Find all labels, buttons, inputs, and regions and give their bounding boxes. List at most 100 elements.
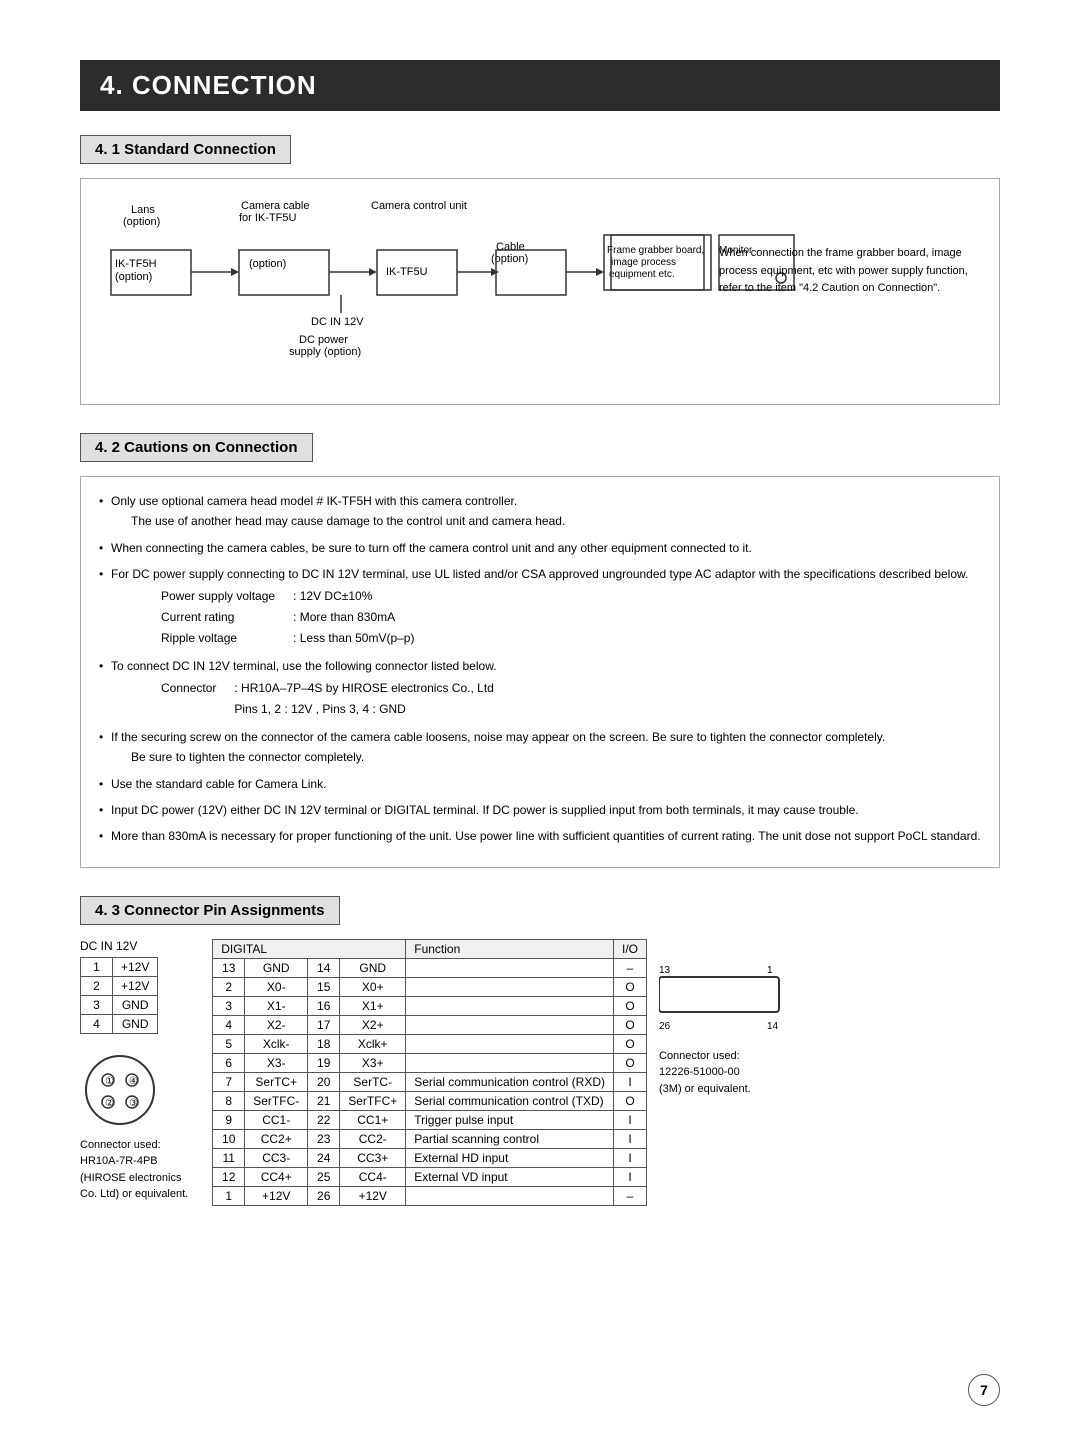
sig-b: GND xyxy=(340,958,406,977)
caution-text-5: If the securing screw on the connector o… xyxy=(111,730,885,744)
table-row: 1+12V26+12V– xyxy=(213,1186,647,1205)
sig-b: +12V xyxy=(340,1186,406,1205)
sig-a: GND xyxy=(245,958,308,977)
svg-text:image process: image process xyxy=(611,257,676,268)
func xyxy=(406,1034,614,1053)
caution-text-4: To connect DC IN 12V terminal, use the f… xyxy=(111,659,497,673)
pin-a: 2 xyxy=(213,977,245,996)
sig-a: CC1- xyxy=(245,1110,308,1129)
main-title: 4. CONNECTION xyxy=(80,60,1000,111)
io: – xyxy=(613,958,646,977)
svg-text:for IK-TF5U: for IK-TF5U xyxy=(239,212,297,224)
pin-a: 10 xyxy=(213,1129,245,1148)
sig-a: SerTC+ xyxy=(245,1072,308,1091)
pin-assignments-section: DC IN 12V 1 +12V 2 +12V 3 GND 4 GND xyxy=(80,939,1000,1206)
sig-b: X1+ xyxy=(340,996,406,1015)
table-row: 6X3-19X3+O xyxy=(213,1053,647,1072)
svg-text:13: 13 xyxy=(659,965,671,976)
cautions-box: Only use optional camera head model # IK… xyxy=(80,476,1000,868)
pin-b: 17 xyxy=(308,1015,340,1034)
sig-b: CC1+ xyxy=(340,1110,406,1129)
cautions-list: Only use optional camera head model # IK… xyxy=(99,491,981,847)
conn-pins-val: Pins 1, 2 : 12V , Pins 3, 4 : GND xyxy=(226,700,501,719)
section1-heading: 4. 1 Standard Connection xyxy=(80,135,291,164)
svg-text:(option): (option) xyxy=(249,258,286,270)
io: O xyxy=(613,1091,646,1110)
io: O xyxy=(613,1053,646,1072)
pin-a: 8 xyxy=(213,1091,245,1110)
io: I xyxy=(613,1167,646,1186)
sig-a: X1- xyxy=(245,996,308,1015)
pin-b: 24 xyxy=(308,1148,340,1167)
sig-b: SerTC- xyxy=(340,1072,406,1091)
pin-a: 9 xyxy=(213,1110,245,1129)
sig-a: CC2+ xyxy=(245,1129,308,1148)
circular-connector-wrap: ① ④ ② ③ Connector used:HR10A-7R-4PB(HIRO… xyxy=(80,1050,188,1203)
spec-val-3: : Less than 50mV(p–p) xyxy=(285,629,422,648)
pin-a: 5 xyxy=(213,1034,245,1053)
table-row: 4X2-17X2+O xyxy=(213,1015,647,1034)
section3-heading: 4. 3 Connector Pin Assignments xyxy=(80,896,340,925)
func: Partial scanning control xyxy=(406,1129,614,1148)
table-row: 3 GND xyxy=(81,995,158,1014)
func: Serial communication control (TXD) xyxy=(406,1091,614,1110)
caution-text-8: More than 830mA is necessary for proper … xyxy=(111,829,981,843)
digital-connector-label: Connector used:12226-51000-00(3M) or equ… xyxy=(659,1048,789,1098)
svg-text:Camera cable: Camera cable xyxy=(241,200,309,212)
caution-text-1: Only use optional camera head model # IK… xyxy=(111,494,517,508)
io: I xyxy=(613,1148,646,1167)
pin-val: +12V xyxy=(113,957,158,976)
pin-b: 18 xyxy=(308,1034,340,1053)
svg-text:Cable: Cable xyxy=(496,241,525,253)
func xyxy=(406,977,614,996)
svg-text:①: ① xyxy=(105,1076,114,1087)
digital-pin-table: DIGITAL Function I/O 13GND14GND– 2X0-15X… xyxy=(212,939,647,1206)
pin-b: 19 xyxy=(308,1053,340,1072)
pin-a: 7 xyxy=(213,1072,245,1091)
diagram-svg: Lans (option) Camera cable for IK-TF5U C… xyxy=(101,195,681,385)
caution-item-2: When connecting the camera cables, be su… xyxy=(99,538,981,558)
spec-label-3: Ripple voltage xyxy=(153,629,283,648)
svg-text:Camera control unit: Camera control unit xyxy=(371,200,467,212)
dc-pin-table: 1 +12V 2 +12V 3 GND 4 GND xyxy=(80,957,158,1034)
table-row: 12CC4+25CC4-External VD inputI xyxy=(213,1167,647,1186)
func xyxy=(406,958,614,977)
conn-val: : HR10A–7P–4S by HIROSE electronics Co.,… xyxy=(226,679,501,698)
table-row: 4 GND xyxy=(81,1014,158,1033)
table-row: 9CC1-22CC1+Trigger pulse inputI xyxy=(213,1110,647,1129)
table-row: 2X0-15X0+O xyxy=(213,977,647,996)
io: I xyxy=(613,1129,646,1148)
digital-connector-svg: 13 1 26 14 xyxy=(659,961,789,1041)
digital-label: DIGITAL xyxy=(213,939,406,958)
sig-a: X3- xyxy=(245,1053,308,1072)
pin-num: 2 xyxy=(81,976,113,995)
svg-text:14: 14 xyxy=(767,1021,779,1032)
sig-b: CC3+ xyxy=(340,1148,406,1167)
pin-val: +12V xyxy=(113,976,158,995)
caution-item-5: If the securing screw on the connector o… xyxy=(99,727,981,768)
io: O xyxy=(613,977,646,996)
pin-a: 11 xyxy=(213,1148,245,1167)
pin-a: 1 xyxy=(213,1186,245,1205)
func xyxy=(406,996,614,1015)
func: Trigger pulse input xyxy=(406,1110,614,1129)
table-row: 2 +12V xyxy=(81,976,158,995)
func: External HD input xyxy=(406,1148,614,1167)
pin-b: 22 xyxy=(308,1110,340,1129)
digital-connector-wrap: 13 1 26 14 Connector used:12226-51000-00… xyxy=(659,961,789,1098)
pin-a: 12 xyxy=(213,1167,245,1186)
pin-num: 1 xyxy=(81,957,113,976)
svg-text:supply (option): supply (option) xyxy=(289,346,361,358)
caution-item-7: Input DC power (12V) either DC IN 12V te… xyxy=(99,800,981,820)
table-row: 10CC2+23CC2-Partial scanning controlI xyxy=(213,1129,647,1148)
sig-b: X0+ xyxy=(340,977,406,996)
svg-text:③: ③ xyxy=(129,1098,138,1109)
section2-heading: 4. 2 Cautions on Connection xyxy=(80,433,313,462)
caution-text-6: Use the standard cable for Camera Link. xyxy=(111,777,326,791)
function-header: Function xyxy=(406,939,614,958)
pin-val: GND xyxy=(113,1014,158,1033)
sig-a: Xclk- xyxy=(245,1034,308,1053)
svg-text:26: 26 xyxy=(659,1021,671,1032)
sig-b: CC2- xyxy=(340,1129,406,1148)
sig-a: +12V xyxy=(245,1186,308,1205)
